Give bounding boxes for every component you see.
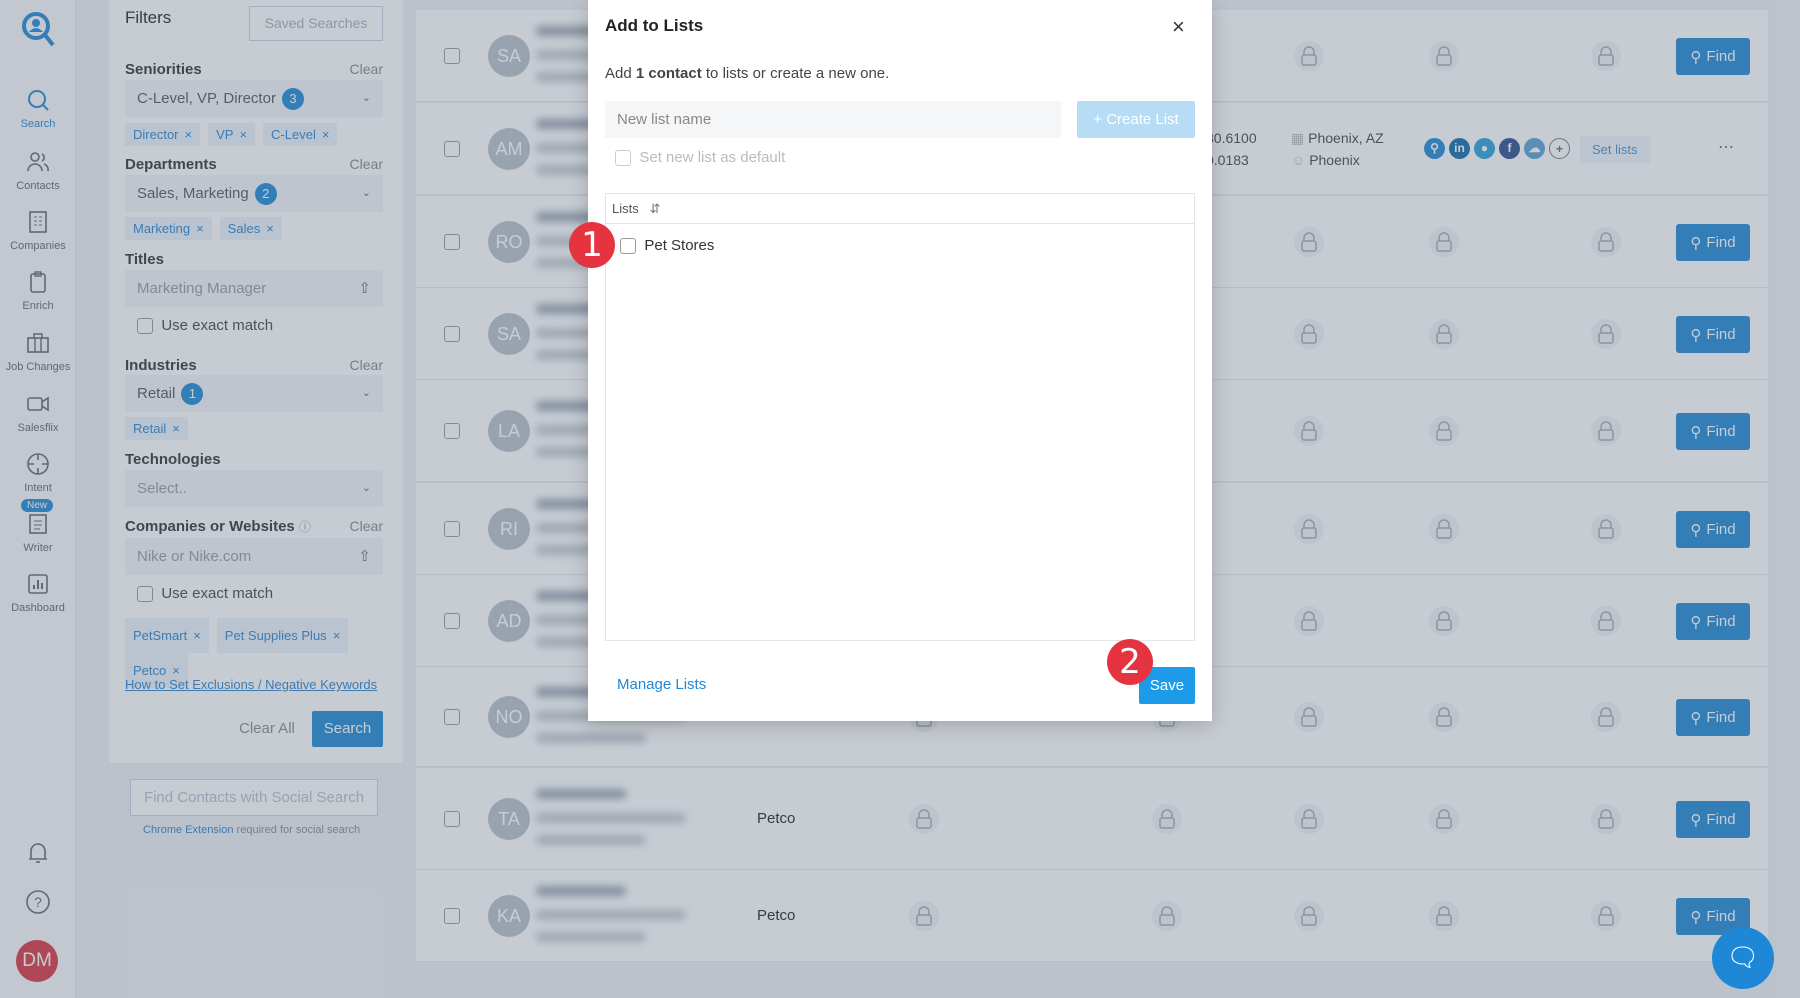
lists-table: Lists ⇵ Pet Stores bbox=[605, 193, 1195, 641]
new-list-name-input[interactable]: New list name bbox=[605, 101, 1061, 138]
lists-header[interactable]: Lists ⇵ bbox=[606, 194, 1194, 224]
subtitle-pre: Add bbox=[605, 65, 636, 82]
set-default-checkbox[interactable]: Set new list as default bbox=[615, 149, 786, 167]
checkbox[interactable] bbox=[615, 150, 631, 167]
close-icon[interactable]: × bbox=[1172, 14, 1185, 40]
subtitle-post: to lists or create a new one. bbox=[701, 65, 890, 82]
add-to-lists-modal: Add to Lists × Add 1 contact to lists or… bbox=[569, 0, 1212, 721]
chat-widget-icon[interactable]: 🗨 bbox=[1712, 927, 1774, 989]
contact-count: 1 contact bbox=[635, 65, 702, 82]
lists-header-label: Lists bbox=[612, 201, 639, 216]
step-2-marker: 2 bbox=[1107, 639, 1153, 685]
set-default-label: Set new list as default bbox=[639, 149, 786, 166]
modal-subtitle: Add 1 contact to lists or create a new o… bbox=[605, 65, 889, 82]
modal-title: Add to Lists bbox=[605, 16, 704, 35]
list-item[interactable]: Pet Stores bbox=[606, 224, 1194, 267]
list-checkbox[interactable] bbox=[620, 238, 636, 255]
create-list-button[interactable]: + Create List bbox=[1077, 101, 1195, 138]
list-name: Pet Stores bbox=[644, 237, 715, 254]
sort-icon[interactable]: ⇵ bbox=[650, 201, 661, 216]
step-1-marker: 1 bbox=[569, 222, 615, 268]
manage-lists-link[interactable]: Manage Lists bbox=[617, 676, 706, 693]
